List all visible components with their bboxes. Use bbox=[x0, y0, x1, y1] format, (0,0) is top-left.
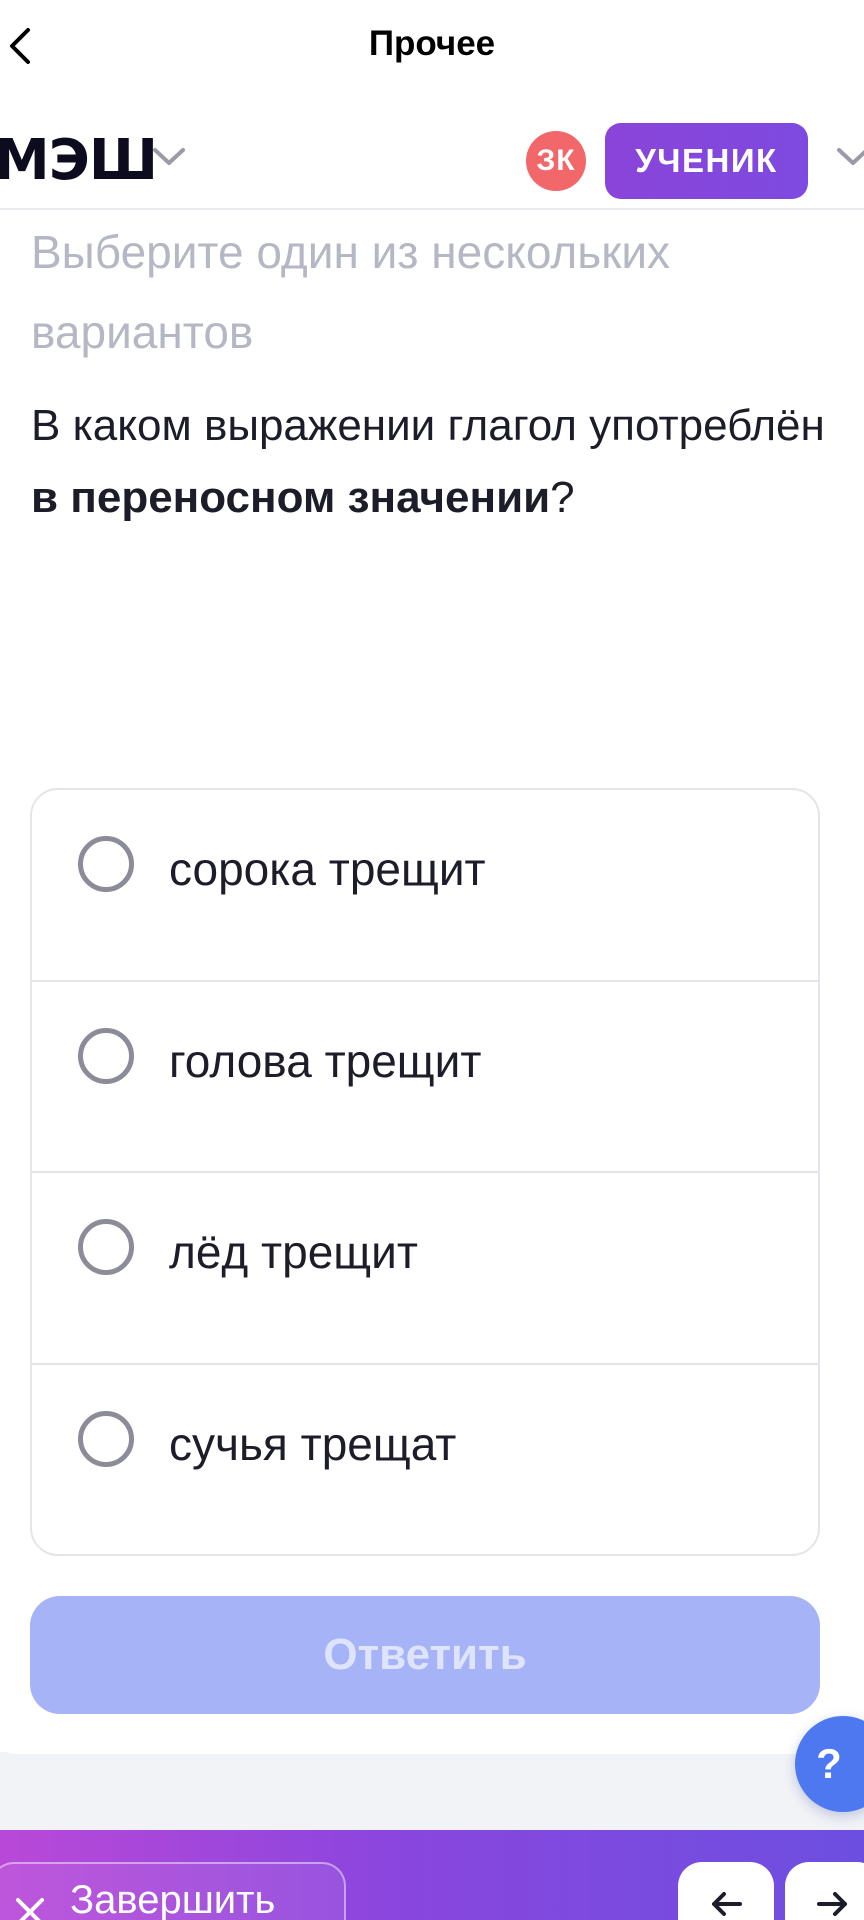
finish-label: Завершить bbox=[70, 1878, 276, 1920]
answer-option[interactable]: голова трещит bbox=[32, 982, 818, 1173]
page-background-strip bbox=[0, 1752, 864, 1832]
finish-button[interactable]: Завершить bbox=[0, 1862, 346, 1920]
radio-button[interactable] bbox=[78, 1027, 134, 1084]
arrow-left-icon bbox=[712, 1892, 742, 1916]
next-button[interactable] bbox=[785, 1862, 864, 1920]
previous-button[interactable] bbox=[678, 1862, 774, 1920]
answer-option[interactable]: сорока трещит bbox=[32, 790, 818, 982]
brand-logo[interactable]: МЭШ bbox=[0, 128, 158, 193]
option-label: лёд трещит bbox=[169, 1226, 418, 1278]
top-nav-bar: Прочее bbox=[0, 0, 864, 95]
radio-button[interactable] bbox=[78, 1410, 134, 1467]
page-title: Прочее bbox=[368, 24, 496, 63]
question-text: В каком выражении глагол употреблён в пе… bbox=[31, 390, 831, 534]
question-prefix: В каком выражении глагол употреблён bbox=[31, 401, 825, 450]
option-label: сорока трещит bbox=[169, 843, 486, 895]
submit-button[interactable]: Ответить bbox=[30, 1596, 820, 1714]
answer-options: сорока трещит голова трещит лёд трещит с… bbox=[30, 788, 820, 1556]
role-badge[interactable]: УЧЕНИК bbox=[605, 123, 808, 199]
option-label: голова трещит bbox=[169, 1034, 482, 1087]
role-chevron-down-icon[interactable] bbox=[836, 146, 864, 168]
answer-option[interactable]: лёд трещит bbox=[32, 1173, 818, 1365]
question-suffix: ? bbox=[550, 473, 575, 522]
avatar[interactable]: ЗК bbox=[526, 131, 586, 191]
arrow-right-icon bbox=[817, 1892, 847, 1916]
answer-option[interactable]: сучья трещат bbox=[32, 1365, 818, 1555]
question-emphasis: в переносном значении bbox=[31, 473, 551, 522]
chevron-down-icon[interactable] bbox=[152, 146, 186, 168]
task-hint: Выберите один из нескольких вариантов bbox=[31, 226, 671, 358]
close-icon bbox=[16, 1898, 44, 1920]
option-label: сучья трещат bbox=[169, 1417, 457, 1470]
page: Прочее МЭШ ЗК УЧЕНИК Выберите один из не… bbox=[0, 0, 864, 1920]
radio-button[interactable] bbox=[78, 1219, 134, 1275]
radio-button[interactable] bbox=[78, 836, 134, 892]
card-bottom-edge bbox=[0, 1740, 864, 1754]
